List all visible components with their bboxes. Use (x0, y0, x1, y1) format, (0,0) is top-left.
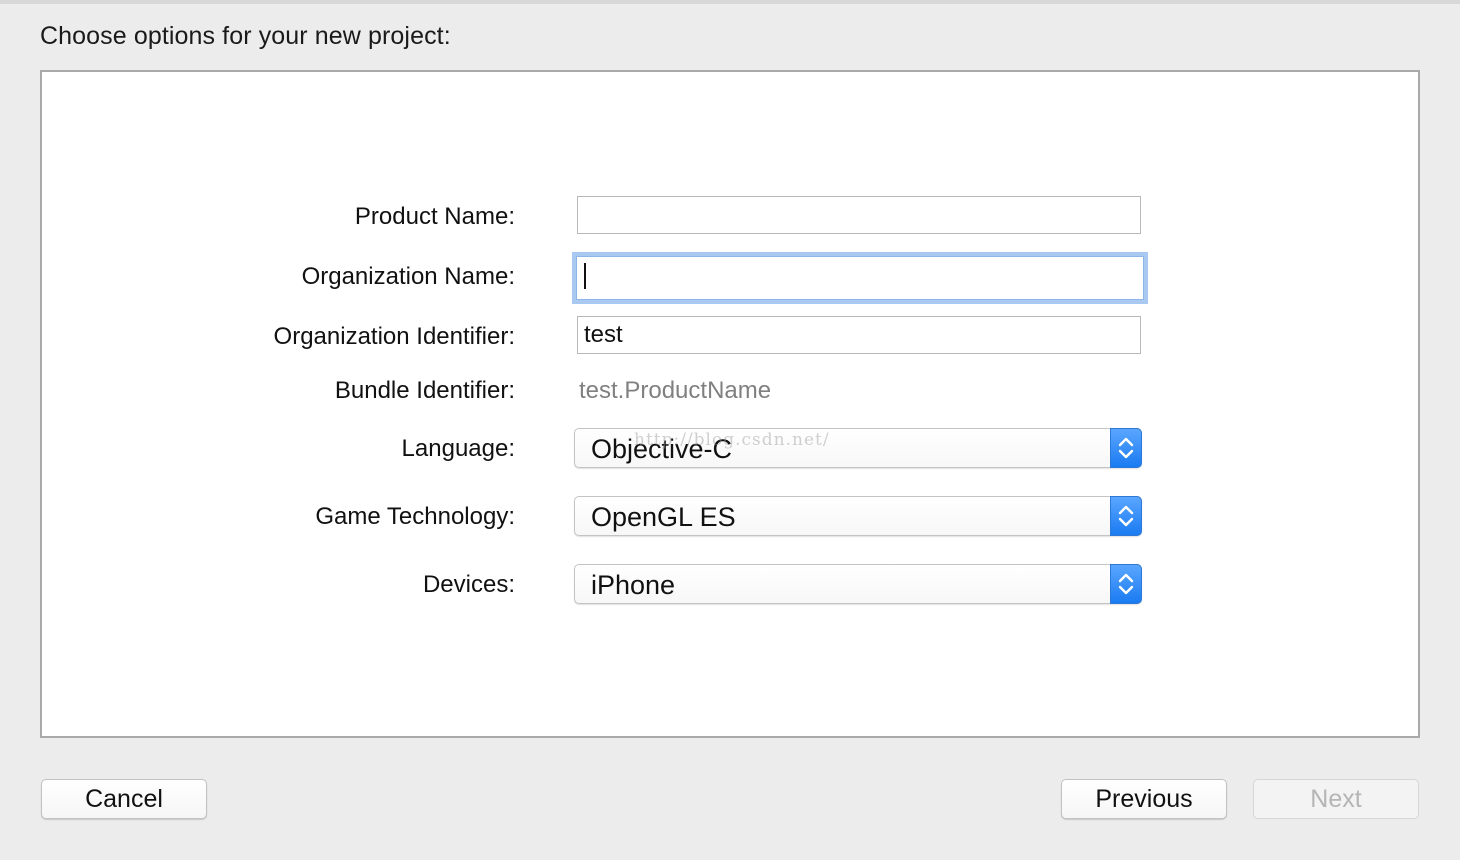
product-name-input[interactable] (577, 196, 1141, 234)
up-down-chevron-icon (1110, 564, 1142, 604)
bundle-identifier-value: test.ProductName (579, 377, 772, 404)
window-top-edge (0, 0, 1460, 4)
bundle-identifier-label: Bundle Identifier: (334, 377, 515, 404)
organization-identifier-input[interactable]: test (577, 316, 1141, 354)
up-down-chevron-icon (1110, 496, 1142, 536)
sheet-title: Choose options for your new project: (40, 22, 451, 50)
language-label: Language: (401, 435, 515, 462)
product-name-label: Product Name: (354, 203, 515, 230)
devices-popup[interactable]: iPhone (574, 564, 1142, 604)
game-technology-label: Game Technology: (315, 503, 515, 530)
previous-button[interactable]: Previous (1061, 779, 1227, 819)
organization-name-input[interactable] (576, 256, 1144, 300)
text-caret (584, 263, 586, 289)
organization-name-label: Organization Name: (301, 263, 515, 290)
up-down-chevron-icon (1110, 428, 1142, 468)
devices-label: Devices: (422, 571, 515, 598)
cancel-button[interactable]: Cancel (41, 779, 207, 819)
devices-selected: iPhone (591, 570, 676, 600)
next-button[interactable]: Next (1253, 779, 1419, 819)
game-technology-popup[interactable]: OpenGL ES (574, 496, 1142, 536)
organization-identifier-value: test (584, 321, 623, 348)
organization-identifier-label: Organization Identifier: (273, 323, 515, 350)
watermark: http://blog.csdn.net/ (634, 430, 830, 450)
game-technology-selected: OpenGL ES (591, 502, 736, 532)
options-panel: Product Name: Organization Name: Organiz… (40, 70, 1420, 738)
